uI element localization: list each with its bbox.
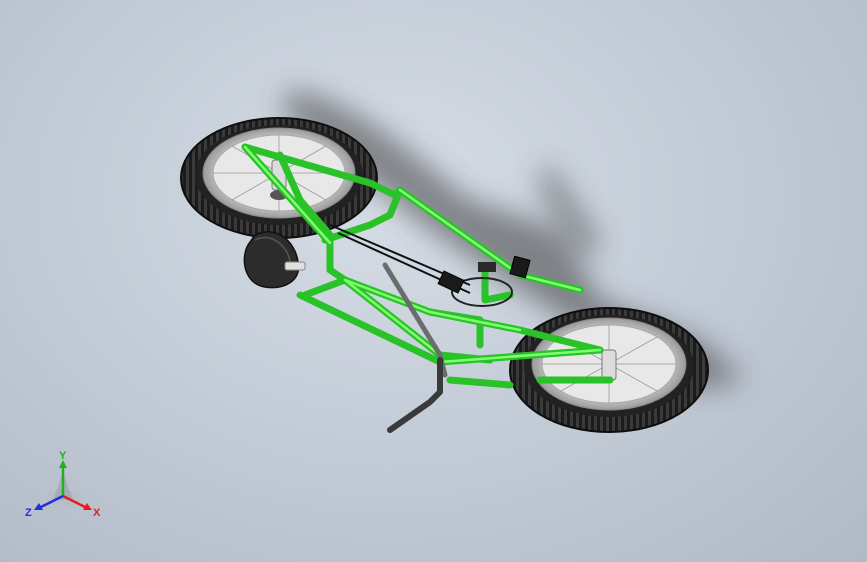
seat[interactable] <box>243 231 306 289</box>
x-axis-label: X <box>93 507 101 519</box>
y-axis-label: Y <box>59 450 67 462</box>
handlebar[interactable] <box>387 357 443 433</box>
graphics-viewport[interactable]: Y X Z <box>0 0 867 562</box>
bicycle-model[interactable] <box>0 0 867 562</box>
orientation-triad: Y X Z <box>25 450 101 519</box>
front-wheel[interactable] <box>509 307 709 433</box>
z-axis-label: Z <box>25 507 32 519</box>
